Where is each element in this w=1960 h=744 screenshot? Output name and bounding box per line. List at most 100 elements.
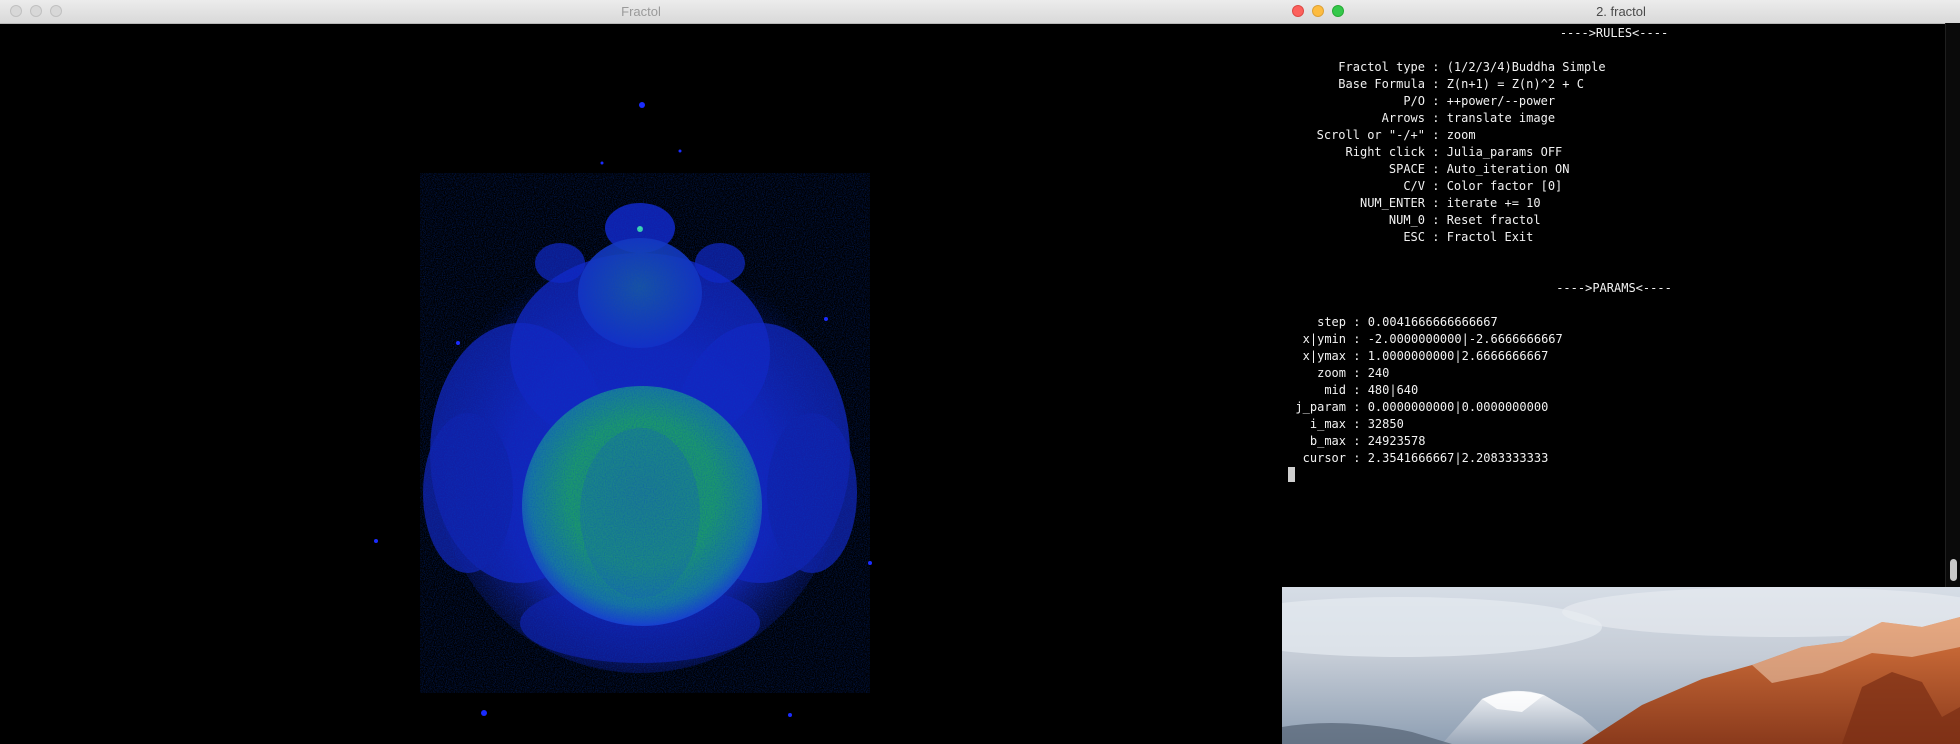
param-label: step	[1317, 315, 1346, 329]
rule-value: Fractol Exit	[1446, 230, 1534, 244]
terminal-window-controls	[1292, 5, 1344, 17]
separator: :	[1346, 315, 1368, 329]
param-label: zoom	[1317, 366, 1346, 380]
rule-label: NUM_ENTER	[1359, 196, 1425, 210]
rules-list: Fractol type : (1/2/3/4)Buddha Simple Ba…	[1282, 60, 1946, 261]
param-line: zoom : 240	[1286, 365, 1389, 382]
separator: :	[1425, 196, 1447, 210]
terminal-scrollbar[interactable]	[1945, 23, 1960, 587]
param-value: 0.0000000000|0.0000000000	[1367, 400, 1549, 414]
param-value: 480|640	[1367, 383, 1419, 397]
rule-label: Scroll or "-/+"	[1316, 128, 1425, 142]
param-label: x|ymin	[1302, 332, 1346, 346]
params-header: ---->PARAMS<----	[1556, 281, 1672, 295]
rule-line: Fractol type : (1/2/3/4)Buddha Simple	[1286, 59, 1606, 76]
separator: :	[1346, 434, 1368, 448]
text-cursor	[1288, 467, 1295, 482]
param-value: 0.0041666666666667	[1367, 315, 1498, 329]
rule-label: SPACE	[1388, 162, 1425, 176]
params-list: step : 0.0041666666666667 x|ymin : -2.00…	[1282, 315, 1946, 485]
param-label: b_max	[1309, 434, 1346, 448]
param-value: 24923578	[1367, 434, 1426, 448]
separator: :	[1425, 145, 1447, 159]
param-value: 1.0000000000|2.6666666667	[1367, 349, 1549, 363]
rule-value: iterate += 10	[1446, 196, 1541, 210]
rule-line: P/O : ++power/--power	[1286, 93, 1555, 110]
window-title: Fractol	[621, 4, 661, 19]
param-value: 32850	[1367, 417, 1404, 431]
minimize-button[interactable]	[1312, 5, 1324, 17]
scrollbar-thumb[interactable]	[1950, 559, 1957, 581]
separator: :	[1425, 162, 1447, 176]
window-controls	[10, 5, 62, 17]
separator: :	[1425, 213, 1447, 227]
close-button[interactable]	[1292, 5, 1304, 17]
param-label: j_param	[1295, 400, 1346, 414]
param-label: cursor	[1302, 451, 1346, 465]
close-button[interactable]	[10, 5, 22, 17]
rule-label: Arrows	[1381, 111, 1425, 125]
param-value: -2.0000000000|-2.6666666667	[1367, 332, 1563, 346]
rule-value: Reset fractol	[1446, 213, 1541, 227]
separator: :	[1346, 366, 1368, 380]
zoom-button[interactable]	[50, 5, 62, 17]
rule-value: ++power/--power	[1446, 94, 1556, 108]
rules-header: ---->RULES<----	[1559, 26, 1669, 40]
rule-line: Arrows : translate image	[1286, 110, 1555, 127]
rule-value: Auto_iteration ON	[1446, 162, 1570, 176]
rule-value: Z(n+1) = Z(n)^2 + C	[1446, 77, 1584, 91]
param-label: x|ymax	[1302, 349, 1346, 363]
param-line: cursor : 2.3541666667|2.2083333333	[1286, 450, 1549, 467]
param-value: 2.3541666667|2.2083333333	[1367, 451, 1549, 465]
rule-line: ESC : Fractol Exit	[1286, 229, 1533, 246]
separator: :	[1425, 179, 1447, 193]
fractol-titlebar[interactable]: Fractol	[0, 0, 1282, 24]
rule-line: Right click : Julia_params OFF	[1286, 144, 1563, 161]
separator: :	[1346, 383, 1368, 397]
fractol-window: Fractol	[0, 0, 1282, 744]
terminal-output[interactable]: ---->RULES<---- Fractol type : (1/2/3/4)…	[1282, 23, 1946, 587]
rule-label: Right click	[1345, 145, 1425, 159]
rule-label: Base Formula	[1338, 77, 1425, 91]
rule-label: Fractol type	[1338, 60, 1425, 74]
desktop-wallpaper	[1282, 587, 1960, 744]
rule-line: NUM_0 : Reset fractol	[1286, 212, 1541, 229]
rule-value: (1/2/3/4)Buddha Simple	[1446, 60, 1606, 74]
rule-line: C/V : Color factor [0]	[1286, 178, 1562, 195]
rule-label: NUM_0	[1388, 213, 1425, 227]
fractal-texture	[420, 173, 870, 693]
rule-value: translate image	[1446, 111, 1556, 125]
separator: :	[1425, 77, 1447, 91]
param-line: x|ymax : 1.0000000000|2.6666666667	[1286, 348, 1549, 365]
rule-line: NUM_ENTER : iterate += 10	[1286, 195, 1541, 212]
mountain-landscape	[1282, 587, 1960, 744]
minimize-button[interactable]	[30, 5, 42, 17]
terminal-window: 2. fractol ---->RULES<---- Fractol type …	[1282, 0, 1960, 587]
zoom-button[interactable]	[1332, 5, 1344, 17]
rule-label: P/O	[1403, 94, 1425, 108]
rule-value: Julia_params OFF	[1446, 145, 1563, 159]
param-line: j_param : 0.0000000000|0.0000000000	[1286, 399, 1548, 416]
terminal-titlebar[interactable]: 2. fractol	[1282, 0, 1960, 24]
rule-line: SPACE : Auto_iteration ON	[1286, 161, 1570, 178]
param-line: x|ymin : -2.0000000000|-2.6666666667	[1286, 331, 1563, 348]
separator: :	[1346, 400, 1368, 414]
separator: :	[1346, 332, 1368, 346]
separator: :	[1425, 111, 1447, 125]
separator: :	[1346, 451, 1368, 465]
separator: :	[1346, 417, 1368, 431]
separator: :	[1425, 94, 1447, 108]
param-label: i_max	[1309, 417, 1346, 431]
param-label: mid	[1324, 383, 1346, 397]
param-line: b_max : 24923578	[1286, 433, 1426, 450]
fractal-image[interactable]	[0, 23, 1282, 744]
rule-line: Scroll or "-/+" : zoom	[1286, 127, 1476, 144]
terminal-title: 2. fractol	[1596, 4, 1646, 19]
rule-value: zoom	[1446, 128, 1476, 142]
separator: :	[1346, 349, 1368, 363]
param-line: step : 0.0041666666666667	[1286, 314, 1498, 331]
separator: :	[1425, 128, 1447, 142]
rule-label: C/V	[1403, 179, 1425, 193]
rule-line: Base Formula : Z(n+1) = Z(n)^2 + C	[1286, 76, 1584, 93]
rule-value: Color factor [0]	[1446, 179, 1563, 193]
